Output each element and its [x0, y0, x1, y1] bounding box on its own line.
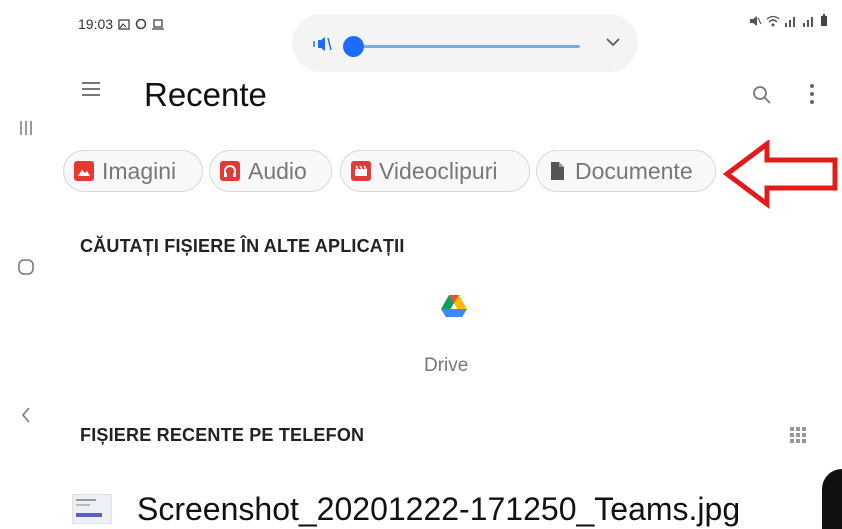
chip-documente[interactable]: Documente: [536, 150, 716, 192]
google-drive-icon[interactable]: [441, 294, 467, 318]
headphones-icon: [220, 161, 240, 181]
status-time: 19:03: [78, 16, 114, 32]
status-icons: [748, 14, 828, 27]
more-options-icon[interactable]: [808, 82, 816, 106]
status-bar: 19:03: [78, 16, 165, 32]
gallery-notification-icon: [118, 18, 130, 30]
battery-icon: [821, 14, 827, 26]
chip-videoclipuri[interactable]: Videoclipuri: [340, 150, 530, 192]
volume-panel: [292, 14, 638, 72]
device-corner: [822, 469, 842, 529]
mute-status-icon: [750, 15, 762, 26]
back-button[interactable]: [8, 397, 44, 433]
chevron-down-icon[interactable]: [604, 33, 622, 51]
red-arrow-annotation: [723, 140, 838, 209]
image-icon: [74, 161, 94, 181]
page-title: Recente: [144, 76, 267, 113]
recent-apps-button[interactable]: [8, 110, 44, 146]
hamburger-menu-icon[interactable]: [80, 80, 102, 98]
recent-apps-icon: [20, 121, 32, 135]
laptop-notification-icon: [152, 18, 165, 30]
home-icon: [18, 259, 34, 275]
wifi-icon: [766, 15, 780, 26]
chip-audio[interactable]: Audio: [209, 150, 332, 192]
section-heading-other-apps: CĂUTAȚI FIȘIERE ÎN ALTE APLICAȚII: [80, 236, 405, 256]
file-name[interactable]: Screenshot_20201222-171250_Teams.jpg: [137, 491, 740, 528]
video-clapper-icon: [351, 161, 371, 181]
sync-notification-icon: [135, 18, 147, 30]
file-manager-screen: 19:03 Recente Imagini Audio Videoclipuri…: [0, 0, 842, 529]
signal-2-icon: [803, 16, 813, 27]
signal-icon: [785, 16, 795, 27]
chip-label: Audio: [248, 157, 307, 184]
volume-track[interactable]: [362, 45, 580, 48]
search-icon[interactable]: [751, 84, 773, 106]
grid-view-icon[interactable]: [789, 426, 807, 444]
section-heading-recent-files: FIȘIERE RECENTE PE TELEFON: [80, 425, 365, 445]
system-navigation-bar: [0, 0, 52, 529]
document-icon: [547, 161, 567, 181]
vibrate-volume-icon[interactable]: [312, 33, 334, 55]
chip-label: Documente: [575, 157, 693, 184]
chip-label: Imagini: [102, 157, 177, 184]
file-thumbnail[interactable]: [72, 494, 112, 524]
chip-imagini[interactable]: Imagini: [63, 150, 203, 192]
volume-slider-thumb[interactable]: [343, 36, 364, 57]
chip-label: Videoclipuri: [379, 157, 498, 184]
drive-app-label[interactable]: Drive: [424, 355, 468, 377]
back-icon: [22, 407, 30, 423]
home-button[interactable]: [8, 249, 44, 285]
